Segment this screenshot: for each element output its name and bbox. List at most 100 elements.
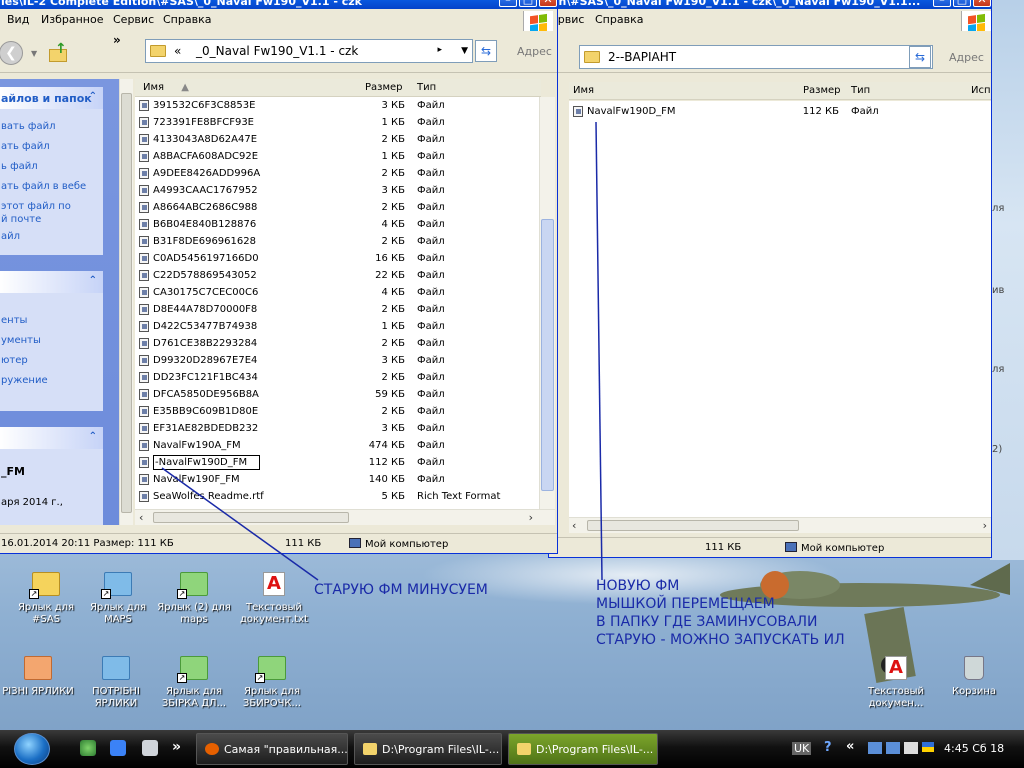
- sidebar-section-header[interactable]: ⌃: [0, 271, 103, 293]
- sidebar-task[interactable]: ь файл: [1, 161, 38, 172]
- file-row[interactable]: A8BACFA608ADC92E 1 КБ Файл: [135, 148, 541, 165]
- vertical-scrollbar[interactable]: [539, 97, 555, 509]
- sidebar-place[interactable]: ружение: [1, 375, 48, 386]
- browser-quicklaunch-icon[interactable]: [80, 740, 96, 756]
- file-row[interactable]: E35BB9C609B1D80E 2 КБ Файл: [135, 403, 541, 420]
- menu-tools[interactable]: Сервис: [113, 13, 154, 26]
- minimize-button[interactable]: –: [933, 0, 951, 7]
- file-row[interactable]: SeaWolfes Readme.rtf 5 КБ Rich Text Format: [135, 488, 541, 505]
- file-row[interactable]: A8664ABC2686C988 2 КБ Файл: [135, 199, 541, 216]
- folder-up-icon[interactable]: ↑: [49, 41, 71, 63]
- desktop-text-document-2[interactable]: A Текстовый докумен...: [858, 656, 934, 710]
- column-size[interactable]: Размер: [365, 82, 403, 93]
- file-row[interactable]: CA30175C7CEC00C6 4 КБ Файл: [135, 284, 541, 301]
- sidebar-place[interactable]: ументы: [1, 335, 41, 346]
- scroll-left-icon[interactable]: ‹: [572, 519, 576, 532]
- maximize-button[interactable]: □: [519, 0, 537, 7]
- sidebar-task[interactable]: айл: [1, 231, 20, 242]
- file-row[interactable]: C22D578869543052 22 КБ Файл: [135, 267, 541, 284]
- column-size[interactable]: Размер: [803, 85, 841, 96]
- quicklaunch-overflow-icon[interactable]: »: [172, 739, 181, 755]
- desktop-shortcut-sas[interactable]: ↗ Ярлык для #SAS: [8, 572, 84, 626]
- taskbar-item-browser[interactable]: Самая "правильная...: [196, 733, 348, 765]
- toolbar-overflow-icon[interactable]: »: [113, 33, 121, 47]
- sidebar-place[interactable]: енты: [1, 315, 27, 326]
- column-extra[interactable]: Исп: [971, 85, 991, 96]
- desktop-shortcut-maps[interactable]: ↗ Ярлык для MAPS: [80, 572, 156, 626]
- scroll-thumb[interactable]: [541, 219, 554, 491]
- file-row[interactable]: C0AD5456197166D0 16 КБ Файл: [135, 250, 541, 267]
- menu-favorites[interactable]: Избранное: [41, 13, 103, 26]
- scroll-thumb[interactable]: [153, 512, 349, 523]
- menu-help[interactable]: Справка: [163, 13, 211, 26]
- tray-overflow-icon[interactable]: «: [846, 739, 854, 754]
- scroll-right-icon[interactable]: ›: [529, 511, 533, 524]
- breadcrumb-chevron-icon[interactable]: ▸: [437, 45, 442, 55]
- desktop-folder-rizni[interactable]: РІЗНІ ЯРЛИКИ: [0, 656, 76, 698]
- address-bar[interactable]: « _0_Naval Fw190_V1.1 - czk ▸ ▼: [145, 39, 473, 63]
- maximize-button[interactable]: □: [953, 0, 971, 7]
- refresh-icon[interactable]: ⇆: [909, 46, 931, 68]
- app-quicklaunch-icon[interactable]: [110, 740, 126, 756]
- language-indicator[interactable]: UK: [792, 742, 812, 755]
- column-name[interactable]: Имя: [573, 85, 594, 96]
- column-name[interactable]: Имя ▲: [143, 82, 189, 93]
- back-arrow-icon[interactable]: ❮: [0, 41, 23, 65]
- scroll-thumb[interactable]: [587, 520, 799, 531]
- ukraine-flag-icon[interactable]: [922, 742, 934, 752]
- desktop-shortcut-zbirochk[interactable]: ↗ Ярлык для ЗБИРОЧК...: [234, 656, 310, 710]
- file-row[interactable]: D761CE38B2293284 2 КБ Файл: [135, 335, 541, 352]
- menu-view[interactable]: Вид: [7, 13, 29, 26]
- sidebar-place[interactable]: ютер: [1, 355, 28, 366]
- network-icon[interactable]: [886, 742, 900, 754]
- file-row[interactable]: D99320D28967E7E4 3 КБ Файл: [135, 352, 541, 369]
- desktop-recycle-bin[interactable]: Корзина: [936, 656, 1012, 698]
- horizontal-scrollbar[interactable]: ‹ ›: [569, 517, 991, 533]
- file-row[interactable]: -NavalFw190D_FM 112 КБ Файл: [135, 454, 541, 471]
- desktop-shortcut-maps-2[interactable]: ↗ Ярлык (2) для maps: [156, 572, 232, 626]
- address-bar[interactable]: 2--ВАРІАНТ ▼: [579, 45, 933, 69]
- minimize-button[interactable]: –: [499, 0, 517, 7]
- close-button[interactable]: ✕: [973, 0, 991, 7]
- chevron-down-icon[interactable]: ▼: [31, 49, 37, 58]
- sidebar-task[interactable]: й почте: [1, 214, 41, 225]
- file-row[interactable]: 4133043A8D62A47E 2 КБ Файл: [135, 131, 541, 148]
- refresh-icon[interactable]: ⇆: [475, 40, 497, 62]
- scroll-left-icon[interactable]: ‹: [139, 511, 143, 524]
- file-row[interactable]: NavalFw190D_FM 112 КБ Файл: [569, 103, 991, 120]
- menu-help[interactable]: Справка: [595, 13, 643, 26]
- file-row[interactable]: DD23FC121F1BC434 2 КБ Файл: [135, 369, 541, 386]
- file-row[interactable]: 391532C6F3C8853E 3 КБ Файл: [135, 97, 541, 114]
- sidebar-scrollbar[interactable]: [119, 79, 133, 525]
- file-row[interactable]: B31F8DE696961628 2 КБ Файл: [135, 233, 541, 250]
- taskbar-item-explorer-1[interactable]: D:\Program Files\IL-...: [354, 733, 502, 765]
- file-row[interactable]: DFCA5850DE956B8A 59 КБ Файл: [135, 386, 541, 403]
- taskbar-item-explorer-2[interactable]: D:\Program Files\IL-...: [508, 733, 658, 765]
- clock[interactable]: 4:45 Сб 18: [944, 742, 1004, 755]
- chevron-down-icon[interactable]: ▼: [461, 46, 468, 56]
- desktop-folder-potribni[interactable]: ПОТРІБНІ ЯРЛИКИ: [78, 656, 154, 710]
- file-row[interactable]: EF31AE82BDEDB232 3 КБ Файл: [135, 420, 541, 437]
- column-type[interactable]: Тип: [417, 82, 436, 93]
- sidebar-task[interactable]: этот файл по: [1, 201, 71, 212]
- sidebar-section-header[interactable]: айлов и папок ⌃: [0, 87, 103, 109]
- sidebar-task[interactable]: ать файл в вебе: [1, 181, 86, 192]
- close-button[interactable]: ✕: [539, 0, 557, 7]
- windows-start-icon[interactable]: [14, 733, 50, 765]
- desktop-text-document[interactable]: A Текстовый документ.txt: [236, 572, 312, 626]
- file-row[interactable]: A9DEE8426ADD996A 2 КБ Файл: [135, 165, 541, 182]
- scroll-thumb[interactable]: [121, 93, 132, 513]
- file-row[interactable]: A4993CAAC1767952 3 КБ Файл: [135, 182, 541, 199]
- volume-icon[interactable]: [904, 742, 918, 754]
- file-row[interactable]: B6B04E840B128876 4 КБ Файл: [135, 216, 541, 233]
- file-row[interactable]: 723391FE8BFCF93E 1 КБ Файл: [135, 114, 541, 131]
- file-row[interactable]: NavalFw190A_FM 474 КБ Файл: [135, 437, 541, 454]
- scroll-right-icon[interactable]: ›: [983, 519, 987, 532]
- file-row[interactable]: NavalFw190F_FM 140 КБ Файл: [135, 471, 541, 488]
- network-quicklaunch-icon[interactable]: [142, 740, 158, 756]
- sidebar-task[interactable]: вать файл: [1, 121, 56, 132]
- horizontal-scrollbar[interactable]: ‹ ›: [135, 509, 555, 525]
- file-row[interactable]: D8E44A78D70000F8 2 КБ Файл: [135, 301, 541, 318]
- help-icon[interactable]: ?: [824, 740, 832, 755]
- sidebar-section-header[interactable]: ⌃: [0, 427, 103, 449]
